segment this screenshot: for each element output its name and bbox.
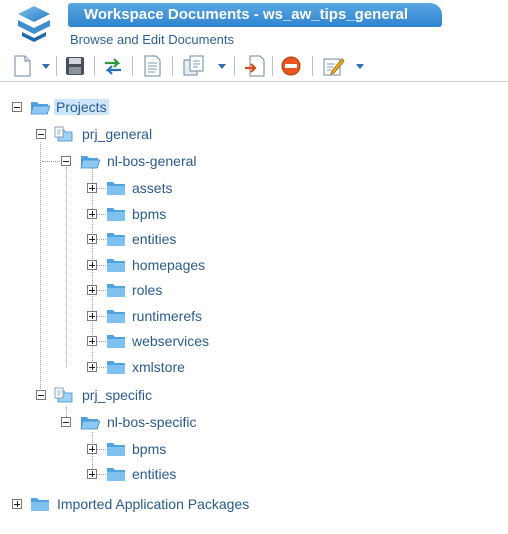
tree-node-label: xmlstore xyxy=(132,359,185,375)
tree-node-xmlstore[interactable]: xmlstore xyxy=(0,358,220,378)
collapse-toggle-icon[interactable] xyxy=(61,417,71,427)
stop-icon[interactable] xyxy=(280,55,302,77)
expand-toggle-icon[interactable] xyxy=(87,234,97,244)
tree-node-label: roles xyxy=(132,282,163,298)
folder-icon xyxy=(107,284,125,297)
new-dropdown-caret-icon[interactable] xyxy=(42,64,50,69)
tree-node-label: runtimerefs xyxy=(132,308,203,324)
expand-toggle-icon[interactable] xyxy=(87,336,97,346)
save-icon[interactable] xyxy=(64,55,86,77)
expand-toggle-icon[interactable] xyxy=(12,499,22,509)
expand-toggle-icon[interactable] xyxy=(87,311,97,321)
tree-node-nl-bos-specific[interactable]: nl-bos-specific xyxy=(0,413,220,433)
tree-node-label: Imported Application Packages xyxy=(57,496,250,512)
document-icon[interactable] xyxy=(142,55,162,77)
copy-icon[interactable] xyxy=(182,55,206,77)
collapse-toggle-icon[interactable] xyxy=(36,390,46,400)
folder-icon xyxy=(107,361,125,374)
folder-icon xyxy=(107,259,125,272)
tree-node-label: webservices xyxy=(132,333,210,349)
tree-node-prj-specific[interactable]: prj_specific xyxy=(0,386,200,406)
tree-node-entities-specific[interactable]: entities xyxy=(0,465,220,485)
expand-toggle-icon[interactable] xyxy=(87,362,97,372)
expand-toggle-icon[interactable] xyxy=(87,469,97,479)
folder-icon xyxy=(107,443,125,456)
collapse-toggle-icon[interactable] xyxy=(61,156,71,166)
expand-toggle-icon[interactable] xyxy=(87,209,97,219)
tree-node-label: entities xyxy=(132,466,177,482)
tree-node-bpms-specific[interactable]: bpms xyxy=(0,440,220,460)
tree-node-label: assets xyxy=(132,180,173,196)
tree-node-bpms[interactable]: bpms xyxy=(0,205,220,225)
folder-icon xyxy=(107,233,125,246)
document-tree: Projects prj_general nl-bos-general asse… xyxy=(0,82,508,534)
folder-icon xyxy=(107,182,125,195)
tree-node-entities[interactable]: entities xyxy=(0,230,220,250)
tree-node-label: entities xyxy=(132,231,177,247)
collapse-toggle-icon[interactable] xyxy=(36,129,46,139)
project-icon xyxy=(54,126,73,142)
tree-node-projects[interactable]: Projects xyxy=(0,98,200,118)
expand-toggle-icon[interactable] xyxy=(87,444,97,454)
tree-node-webservices[interactable]: webservices xyxy=(0,332,220,352)
folder-icon xyxy=(107,310,125,323)
tree-node-label: prj_general xyxy=(82,126,153,142)
expand-toggle-icon[interactable] xyxy=(87,285,97,295)
tree-node-roles[interactable]: roles xyxy=(0,281,220,301)
tree-node-nl-bos-general[interactable]: nl-bos-general xyxy=(0,152,220,172)
edit-icon[interactable] xyxy=(322,55,346,77)
toolbar-separator xyxy=(172,56,173,76)
tree-node-label: prj_specific xyxy=(82,387,153,403)
tree-node-label: bpms xyxy=(132,441,167,457)
collapse-toggle-icon[interactable] xyxy=(12,102,22,112)
toolbar-separator xyxy=(234,56,235,76)
toolbar-separator xyxy=(56,56,57,76)
toolbar-separator xyxy=(272,56,273,76)
folder-icon xyxy=(107,468,125,481)
window-subtitle: Browse and Edit Documents xyxy=(70,32,235,47)
header: Workspace Documents - ws_aw_tips_general… xyxy=(0,0,508,50)
tree-node-homepages[interactable]: homepages xyxy=(0,256,220,276)
toolbar-separator xyxy=(94,56,95,76)
expand-toggle-icon[interactable] xyxy=(87,260,97,270)
new-document-icon[interactable] xyxy=(12,55,32,77)
window-title: Workspace Documents - ws_aw_tips_general xyxy=(84,6,409,23)
open-folder-icon xyxy=(80,156,100,169)
app-logo-icon xyxy=(18,6,50,42)
synchronize-icon[interactable] xyxy=(102,55,124,77)
toolbar-separator xyxy=(132,56,133,76)
project-icon xyxy=(54,387,73,403)
expand-toggle-icon[interactable] xyxy=(87,183,97,193)
tree-node-assets[interactable]: assets xyxy=(0,179,220,199)
title-bar: Workspace Documents - ws_aw_tips_general xyxy=(68,3,442,27)
tree-node-label: nl-bos-specific xyxy=(107,414,197,430)
tree-node-runtimerefs[interactable]: runtimerefs xyxy=(0,307,220,327)
tree-node-label: Projects xyxy=(54,99,109,115)
tree-node-prj-general[interactable]: prj_general xyxy=(0,125,200,145)
tree-line xyxy=(42,161,60,162)
toolbar xyxy=(0,50,508,82)
folder-icon xyxy=(31,498,49,511)
tree-node-label: bpms xyxy=(132,206,167,222)
open-folder-icon xyxy=(80,417,100,430)
import-icon[interactable] xyxy=(244,55,266,77)
edit-dropdown-caret-icon[interactable] xyxy=(356,64,364,69)
copy-dropdown-caret-icon[interactable] xyxy=(218,64,226,69)
open-folder-icon xyxy=(30,102,50,115)
folder-icon xyxy=(107,208,125,221)
toolbar-separator xyxy=(312,56,313,76)
folder-icon xyxy=(107,335,125,348)
tree-node-label: homepages xyxy=(132,257,206,273)
tree-node-label: nl-bos-general xyxy=(107,153,197,169)
tree-node-imported-application-packages[interactable]: Imported Application Packages xyxy=(0,495,300,515)
